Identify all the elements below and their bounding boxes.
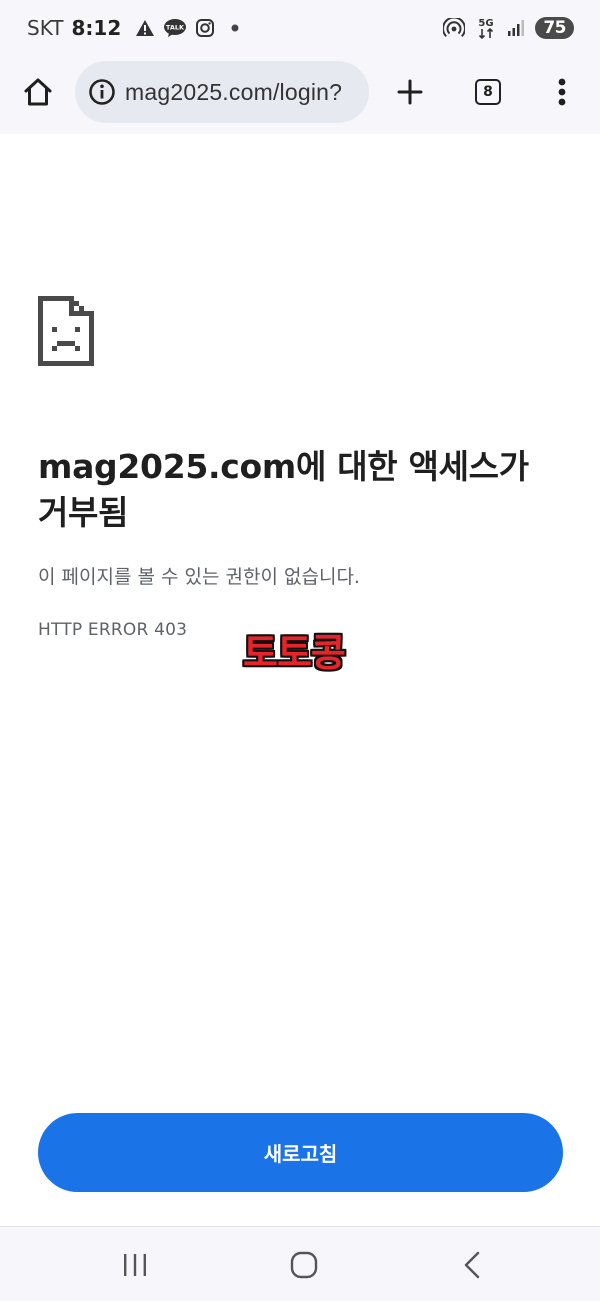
recent-apps-icon xyxy=(124,1254,146,1276)
hotspot-icon xyxy=(443,18,466,38)
recent-apps-button[interactable] xyxy=(115,1245,155,1285)
address-bar[interactable]: mag2025.com/login? xyxy=(75,61,369,123)
status-right: 5G 75 xyxy=(443,16,574,40)
status-time: 8:12 xyxy=(71,16,122,40)
back-button[interactable] xyxy=(452,1245,492,1285)
more-vert-icon xyxy=(558,78,566,106)
tab-count: 8 xyxy=(475,79,501,105)
home-icon xyxy=(24,78,52,106)
watermark-text: 토토콩 xyxy=(243,631,346,675)
dot-icon xyxy=(231,24,239,32)
status-left: SKT 8:12 TALK xyxy=(27,16,443,40)
instagram-icon xyxy=(195,18,215,38)
warning-icon xyxy=(135,19,155,37)
status-bar: SKT 8:12 TALK 5G 75 xyxy=(0,0,600,56)
home-circle-icon xyxy=(290,1251,318,1279)
carrier-label: SKT xyxy=(27,16,64,40)
system-home-button[interactable] xyxy=(284,1245,324,1285)
url-text: mag2025.com/login? xyxy=(125,78,343,105)
back-chevron-icon xyxy=(464,1251,480,1279)
menu-button[interactable] xyxy=(542,72,582,112)
5g-icon: 5G xyxy=(475,16,497,40)
error-description: 이 페이지를 볼 수 있는 권한이 없습니다. xyxy=(38,566,360,588)
error-title: mag2025.com에 대한 액세스가 거부됨 xyxy=(38,447,529,532)
reload-button[interactable]: 새로고침 xyxy=(38,1113,563,1192)
error-code: HTTP ERROR 403 xyxy=(38,620,188,640)
battery-icon: 75 xyxy=(535,17,574,39)
new-tab-button[interactable] xyxy=(390,72,430,112)
home-button[interactable] xyxy=(18,72,58,112)
kakaotalk-label: TALK xyxy=(166,24,185,32)
sad-page-icon xyxy=(38,296,94,366)
system-nav-bar xyxy=(0,1226,600,1301)
browser-toolbar: mag2025.com/login? 8 xyxy=(0,56,600,134)
plus-icon xyxy=(397,79,423,105)
signal-icon xyxy=(507,19,525,37)
network-type-label: 5G xyxy=(479,18,494,29)
tab-switcher-button[interactable]: 8 xyxy=(468,72,508,112)
info-icon[interactable] xyxy=(87,77,117,107)
kakaotalk-icon: TALK xyxy=(163,18,187,38)
